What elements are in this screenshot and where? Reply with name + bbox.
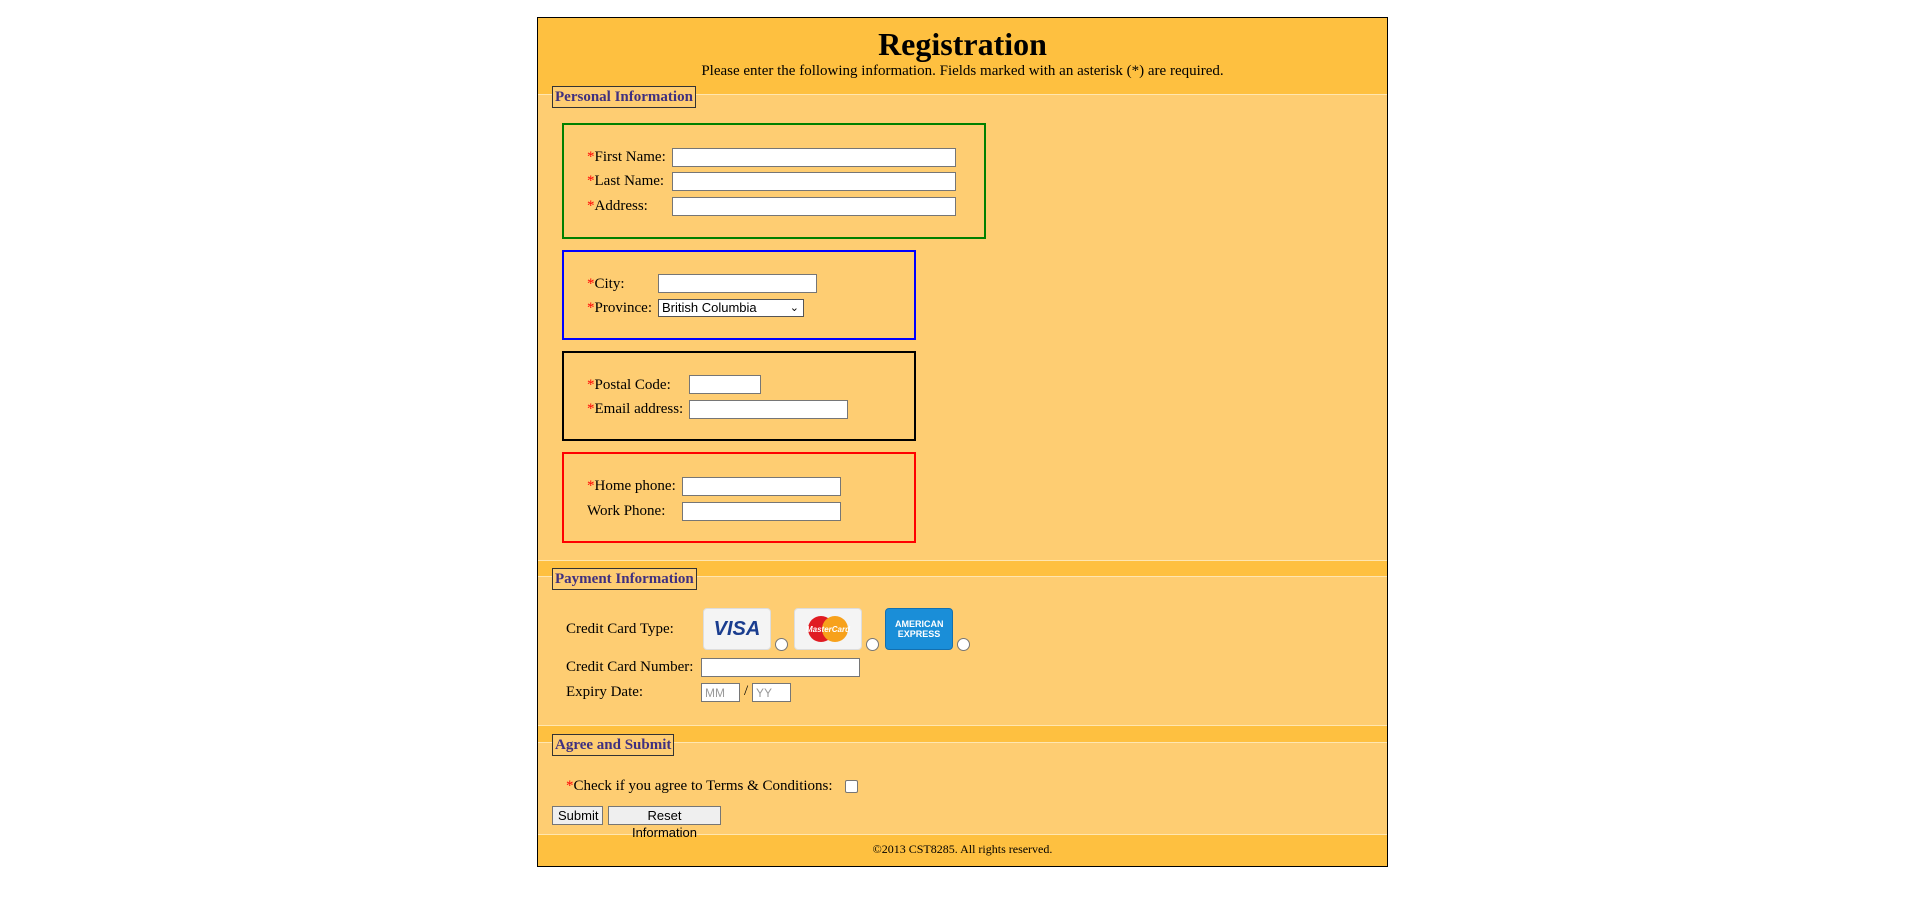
- amex-radio[interactable]: [957, 638, 970, 651]
- personal-information-legend: Personal Information: [552, 86, 696, 108]
- agree-submit-section: Agree and Submit *Check if you agree to …: [538, 734, 1387, 840]
- province-select[interactable]: British Columbia ⌄: [658, 299, 804, 317]
- first-name-input[interactable]: [672, 148, 956, 167]
- instructions-text: Please enter the following information. …: [701, 63, 1224, 79]
- expiry-date-label: Expiry Date:: [566, 684, 644, 700]
- mastercard-radio[interactable]: [866, 638, 879, 651]
- postal-email-group: *Postal Code: *Email address:: [562, 351, 916, 441]
- city-input[interactable]: [658, 274, 817, 293]
- required-mark: *: [587, 149, 595, 165]
- required-mark: *: [587, 276, 595, 292]
- expiry-separator: /: [744, 683, 749, 699]
- address-label: *Address:: [587, 198, 648, 214]
- visa-card-icon: VISA: [703, 608, 771, 650]
- required-mark: *: [587, 377, 595, 393]
- city-province-group: *City: *Province: British Columbia ⌄: [562, 250, 916, 340]
- svg-text:MasterCard: MasterCard: [806, 625, 851, 634]
- required-mark: *: [587, 478, 595, 494]
- address-input[interactable]: [672, 197, 956, 216]
- registration-form: Registration Please enter the following …: [537, 17, 1388, 867]
- phone-group: *Home phone: Work Phone:: [562, 452, 916, 543]
- chevron-down-icon: ⌄: [789, 302, 799, 314]
- payment-information-legend: Payment Information: [552, 568, 697, 590]
- city-label: *City:: [587, 276, 625, 292]
- submit-button[interactable]: Submit: [552, 806, 603, 825]
- email-input[interactable]: [689, 400, 848, 419]
- required-mark: *: [587, 401, 595, 417]
- work-phone-label: Work Phone:: [587, 503, 666, 519]
- personal-information-section: Personal Information *First Name: *Last …: [538, 86, 1387, 561]
- required-mark: *: [566, 778, 574, 794]
- required-mark: *: [587, 173, 595, 189]
- reset-button[interactable]: Reset Information: [608, 806, 721, 840]
- mastercard-card-icon: MasterCard: [794, 608, 862, 650]
- name-address-group: *First Name: *Last Name: *Address:: [562, 123, 986, 239]
- agree-submit-legend: Agree and Submit: [552, 734, 675, 756]
- expiry-month-input[interactable]: [701, 683, 740, 702]
- email-label: *Email address:: [587, 401, 684, 417]
- visa-radio[interactable]: [775, 638, 788, 651]
- work-phone-input[interactable]: [682, 502, 841, 521]
- credit-card-number-label: Credit Card Number:: [566, 659, 694, 675]
- required-mark: *: [587, 198, 595, 214]
- last-name-input[interactable]: [672, 172, 956, 191]
- credit-card-number-input[interactable]: [701, 658, 860, 677]
- expiry-year-input[interactable]: [752, 683, 791, 702]
- home-phone-input[interactable]: [682, 477, 841, 496]
- credit-card-type-label: Credit Card Type:: [566, 621, 674, 637]
- first-name-label: *First Name:: [587, 149, 666, 165]
- home-phone-label: *Home phone:: [587, 478, 676, 494]
- payment-information-section: Payment Information Credit Card Type: VI…: [538, 568, 1387, 726]
- postal-code-label: *Postal Code:: [587, 377, 671, 393]
- required-mark: *: [587, 300, 595, 316]
- mastercard-logo-icon: MasterCard: [806, 616, 851, 642]
- footer: ©2013 CST8285. All rights reserved.: [538, 833, 1387, 866]
- last-name-label: *Last Name:: [587, 173, 665, 189]
- terms-label: *Check if you agree to Terms & Condition…: [566, 778, 833, 794]
- copyright-text: ©2013 CST8285. All rights reserved.: [872, 842, 1053, 856]
- terms-checkbox[interactable]: [845, 780, 858, 793]
- page-title: Registration: [878, 26, 1047, 62]
- postal-code-input[interactable]: [689, 375, 761, 394]
- header: Registration Please enter the following …: [538, 18, 1387, 94]
- amex-card-icon: AMERICAN EXPRESS: [885, 608, 953, 650]
- province-label: *Province:: [587, 300, 652, 316]
